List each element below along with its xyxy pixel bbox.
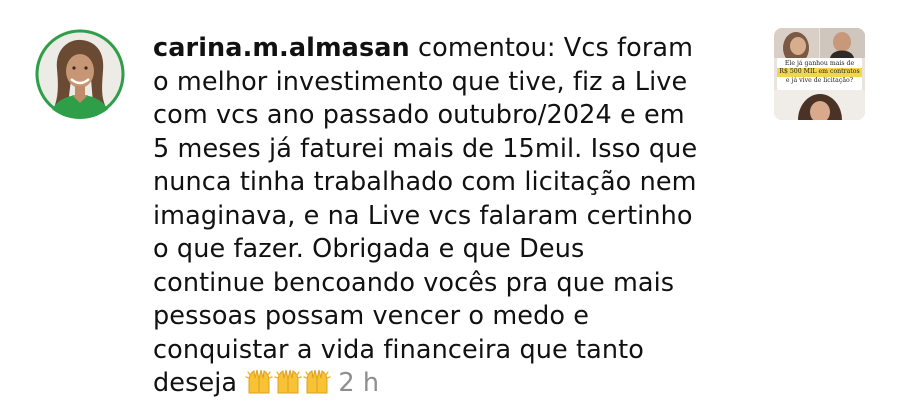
caption-line: R$ 500 MIL em contratos [777,68,862,77]
comment-line: conquistar a vida financeira que tanto [153,334,644,365]
caption-line: e já vive de licitação? [785,76,854,84]
comment-line: continue bencoando vocês pra que mais [153,267,675,298]
comment-last-word: deseja [153,368,238,398]
comment-line: com vcs ano passado outubro/2024 e em [153,100,685,130]
comment-line: imaginava, e na Live vcs falaram certinh… [153,200,693,231]
emoji-group [245,368,332,398]
comment-notification[interactable]: carina.m.almasan comentou: Vcs foram o m… [0,0,900,413]
raising-hands-icon [274,367,303,405]
raising-hands-icon [303,367,332,405]
username-link[interactable]: carina.m.almasan [153,33,410,63]
caption-highlight: R$ 500 MIL em contratos [777,68,862,77]
caption-line: Ele já ganhou mais de [784,60,855,67]
profile-photo [35,29,125,119]
comment-line: 5 meses já faturei mais de 15mil. Isso q… [153,133,698,164]
thumbnail-caption: Ele já ganhou mais de R$ 500 MIL em cont… [777,58,862,90]
comment-line: deseja 2 h [153,367,753,401]
comment-line: o melhor investimento que tive, fiz a Li… [153,66,688,97]
comment-action: comentou: Vcs foram [409,33,694,63]
comment-line: o que fazer. Obrigada e que Deus [153,234,585,264]
comment-line: carina.m.almasan comentou: Vcs foram [153,32,753,66]
comment-text: carina.m.almasan comentou: Vcs foram o m… [153,32,753,401]
comment-line: pessoas possam vencer o medo e [153,301,590,331]
post-thumbnail[interactable]: Ele já ganhou mais de R$ 500 MIL em cont… [774,28,865,120]
comment-line: nunca tinha trabalhado com licitação nem [153,167,697,197]
timestamp: 2 h [338,368,380,398]
raising-hands-icon [245,367,274,405]
avatar[interactable] [35,29,125,119]
